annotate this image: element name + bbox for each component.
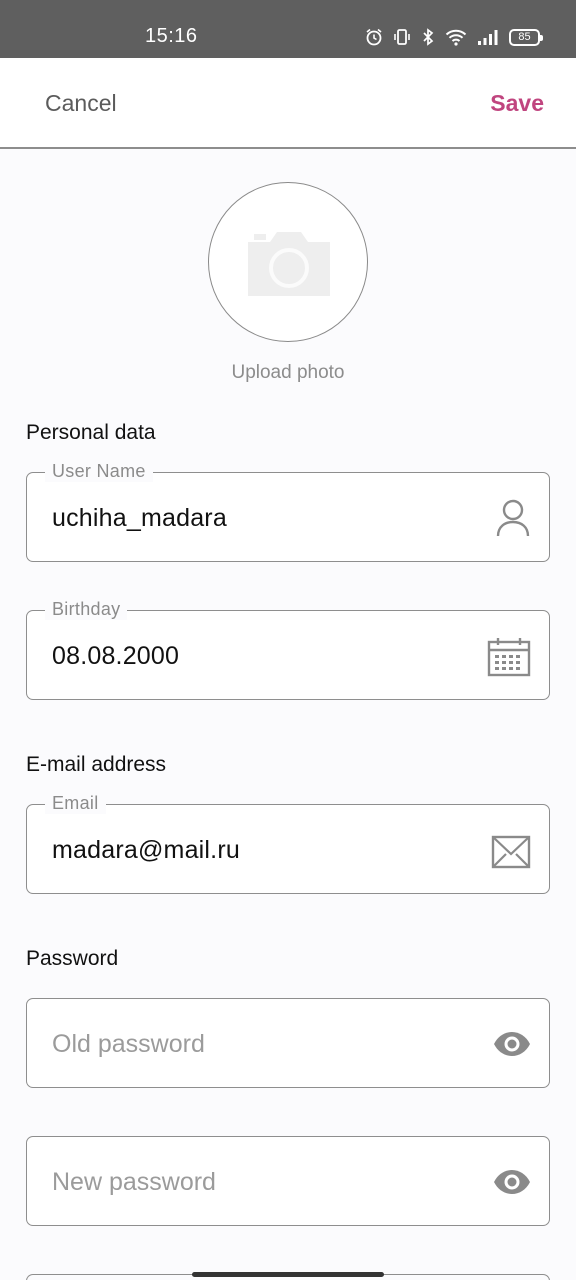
upload-photo-label: Upload photo	[231, 362, 345, 383]
battery-icon: 85	[509, 28, 543, 46]
save-button[interactable]: Save	[490, 90, 544, 117]
new-password-field[interactable]: New password	[26, 1136, 550, 1226]
user-icon	[495, 499, 531, 542]
old-password-field[interactable]: Old password	[26, 998, 550, 1088]
email-value[interactable]: madara@mail.ru	[52, 836, 240, 865]
username-value[interactable]: uchiha_madara	[52, 504, 227, 533]
eye-icon[interactable]	[493, 1032, 531, 1061]
section-title-password: Password	[26, 947, 119, 970]
alarm-icon	[365, 28, 383, 46]
signal-icon	[477, 28, 499, 46]
wifi-icon	[445, 28, 467, 46]
username-label: User Name	[45, 461, 153, 482]
email-label: Email	[45, 793, 106, 814]
home-indicator[interactable]	[192, 1272, 384, 1277]
birthday-field[interactable]: Birthday 08.08.2000	[26, 599, 550, 700]
status-time: 15:16	[145, 25, 198, 47]
vibrate-icon	[393, 28, 411, 46]
birthday-value[interactable]: 08.08.2000	[52, 642, 179, 671]
birthday-label: Birthday	[45, 599, 128, 620]
eye-icon[interactable]	[493, 1170, 531, 1199]
status-bar: 15:16 85	[0, 0, 576, 58]
section-title-personal: Personal data	[26, 421, 156, 444]
upload-photo-button[interactable]	[208, 182, 368, 342]
old-password-placeholder[interactable]: Old password	[52, 1030, 205, 1059]
calendar-icon[interactable]	[487, 637, 531, 682]
new-password-placeholder[interactable]: New password	[52, 1168, 216, 1197]
envelope-icon	[491, 835, 531, 874]
top-app-bar: Cancel Save	[0, 58, 576, 149]
status-icons: 85	[365, 24, 543, 50]
email-field[interactable]: Email madara@mail.ru	[26, 793, 550, 894]
section-title-email: E-mail address	[26, 753, 167, 776]
username-field[interactable]: User Name uchiha_madara	[26, 461, 550, 562]
cancel-button[interactable]: Cancel	[45, 90, 117, 117]
bluetooth-icon	[421, 28, 435, 46]
